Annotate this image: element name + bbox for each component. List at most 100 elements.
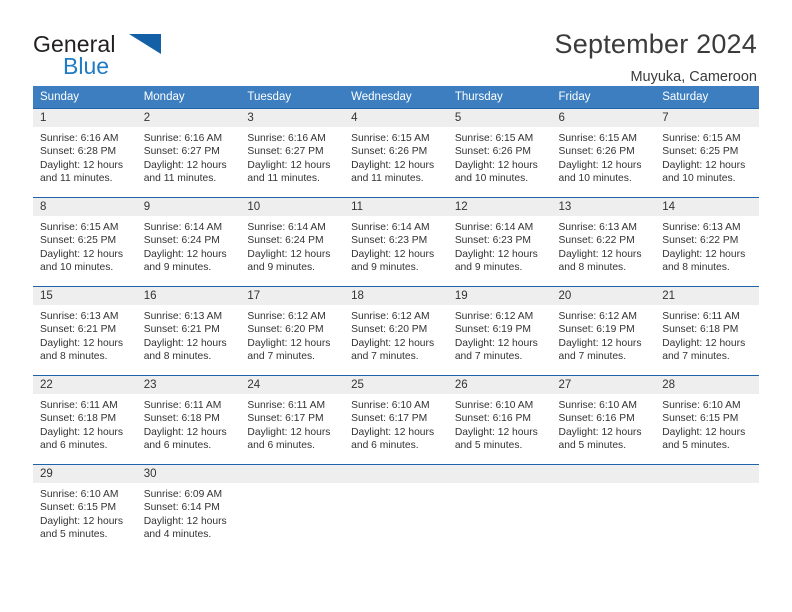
calendar-day-cell[interactable]: 15 Sunrise: 6:13 AM Sunset: 6:21 PM Dayligh… (33, 286, 137, 376)
calendar-day-cell[interactable]: 24 Sunrise: 6:11 AM Sunset: 6:17 PM Dayligh… (240, 375, 345, 465)
calendar-day-cell[interactable]: 3 Sunrise: 6:16 AM Sunset: 6:27 PM Daylight… (240, 108, 345, 198)
calendar-week-row: 1 Sunrise: 6:16 AM Sunset: 6:28 PM Daylight… (33, 108, 759, 198)
detail-sunrise: Sunrise: 6:16 AM (40, 133, 119, 144)
day-number: 12 (447, 198, 552, 216)
day-details: Sunrise: 6:11 AM Sunset: 6:18 PM Daylight:… (33, 394, 137, 452)
day-number: 28 (655, 376, 759, 394)
calendar-day-cell[interactable]: 12 Sunrise: 6:14 AM Sunset: 6:23 PM Dayligh… (447, 197, 552, 287)
day-details: Sunrise: 6:10 AM Sunset: 6:16 PM Daylight:… (448, 394, 552, 452)
calendar-day-cell[interactable]: 4 Sunrise: 6:15 AM Sunset: 6:26 PM Daylight… (344, 108, 448, 198)
detail-daylight1: Daylight: 12 hours (558, 248, 642, 260)
day-number: 17 (240, 287, 345, 305)
detail-sunset: Sunset: 6:14 PM (143, 502, 220, 514)
detail-sunrise: Sunrise: 6:16 AM (143, 133, 223, 144)
detail-sunset: Sunset: 6:24 PM (247, 235, 324, 247)
day-details: Sunrise: 6:15 AM Sunset: 6:26 PM Daylight:… (448, 127, 552, 185)
calendar-day-cell[interactable]: 18 Sunrise: 6:12 AM Sunset: 6:20 PM Dayligh… (344, 286, 448, 376)
calendar-day-cell[interactable]: 27 Sunrise: 6:10 AM Sunset: 6:16 PM Dayligh… (551, 375, 656, 465)
detail-sunset: Sunset: 6:22 PM (558, 235, 635, 247)
day-number: 20 (551, 287, 656, 305)
calendar-day-cell[interactable]: 20 Sunrise: 6:12 AM Sunset: 6:19 PM Dayligh… (551, 286, 656, 376)
detail-sunset: Sunset: 6:17 PM (351, 413, 428, 425)
day-number: 23 (136, 376, 241, 394)
detail-sunset: Sunset: 6:15 PM (662, 413, 739, 425)
detail-daylight1: Daylight: 12 hours (247, 426, 331, 438)
detail-daylight2: and 6 minutes. (247, 439, 315, 451)
day-details (344, 483, 448, 488)
calendar-day-cell[interactable]: 23 Sunrise: 6:11 AM Sunset: 6:18 PM Dayligh… (136, 375, 241, 465)
calendar-day-cell[interactable]: 28 Sunrise: 6:10 AM Sunset: 6:15 PM Dayligh… (655, 375, 759, 465)
day-details: Sunrise: 6:11 AM Sunset: 6:17 PM Daylight:… (240, 394, 344, 452)
calendar-day-cell[interactable] (655, 464, 759, 554)
calendar-day-cell[interactable]: 16 Sunrise: 6:13 AM Sunset: 6:21 PM Dayligh… (136, 286, 241, 376)
day-details: Sunrise: 6:16 AM Sunset: 6:28 PM Daylight:… (33, 127, 137, 185)
day-details: Sunrise: 6:13 AM Sunset: 6:22 PM Daylight:… (655, 216, 759, 274)
detail-daylight2: and 9 minutes. (454, 261, 523, 273)
detail-daylight1: Daylight: 12 hours (351, 337, 435, 349)
day-number: 18 (344, 287, 448, 305)
calendar-day-cell[interactable]: 14 Sunrise: 6:13 AM Sunset: 6:22 PM Dayligh… (655, 197, 759, 287)
detail-sunrise: Sunrise: 6:11 AM (662, 311, 740, 322)
calendar-day-cell[interactable]: 6 Sunrise: 6:15 AM Sunset: 6:26 PM Daylight… (551, 108, 656, 198)
detail-daylight2: and 8 minutes. (40, 350, 108, 362)
day-number: 2 (136, 109, 241, 127)
calendar-day-cell[interactable]: 10 Sunrise: 6:14 AM Sunset: 6:24 PM Dayligh… (240, 197, 345, 287)
calendar-day-cell[interactable]: 7 Sunrise: 6:15 AM Sunset: 6:25 PM Daylight… (655, 108, 759, 198)
detail-daylight1: Daylight: 12 hours (143, 159, 227, 171)
calendar-day-cell[interactable]: 21 Sunrise: 6:11 AM Sunset: 6:18 PM Dayligh… (655, 286, 759, 376)
day-number: 25 (344, 376, 448, 394)
calendar-day-cell[interactable]: 25 Sunrise: 6:10 AM Sunset: 6:17 PM Dayligh… (344, 375, 448, 465)
detail-daylight2: and 5 minutes. (40, 528, 108, 540)
weekday-header-tuesday: Tuesday (240, 86, 345, 109)
day-number (655, 465, 759, 483)
detail-sunset: Sunset: 6:27 PM (143, 146, 220, 158)
calendar-day-cell[interactable]: 13 Sunrise: 6:13 AM Sunset: 6:22 PM Dayligh… (551, 197, 656, 287)
detail-daylight2: and 6 minutes. (40, 439, 108, 451)
page-header: General Blue September 2024 Muyuka, Came… (0, 0, 792, 85)
detail-sunrise: Sunrise: 6:12 AM (247, 311, 326, 322)
calendar-day-cell[interactable]: 5 Sunrise: 6:15 AM Sunset: 6:26 PM Daylight… (447, 108, 552, 198)
brand-logo[interactable]: General Blue (33, 28, 193, 78)
detail-daylight1: Daylight: 12 hours (558, 159, 642, 171)
day-details: Sunrise: 6:12 AM Sunset: 6:19 PM Daylight:… (552, 305, 656, 363)
calendar-day-cell[interactable] (344, 464, 448, 554)
detail-daylight1: Daylight: 12 hours (143, 515, 227, 527)
calendar-day-cell[interactable]: 8 Sunrise: 6:15 AM Sunset: 6:25 PM Daylight… (33, 197, 137, 287)
calendar-day-cell[interactable]: 11 Sunrise: 6:14 AM Sunset: 6:23 PM Dayligh… (344, 197, 448, 287)
day-details: Sunrise: 6:10 AM Sunset: 6:17 PM Daylight:… (344, 394, 448, 452)
calendar-day-cell[interactable]: 1 Sunrise: 6:16 AM Sunset: 6:28 PM Daylight… (33, 108, 137, 198)
day-number: 15 (33, 287, 137, 305)
calendar-day-cell[interactable] (551, 464, 656, 554)
page-subtitle: Muyuka, Cameroon (630, 69, 757, 85)
detail-daylight1: Daylight: 12 hours (662, 159, 746, 171)
detail-daylight2: and 6 minutes. (351, 439, 419, 451)
detail-sunrise: Sunrise: 6:15 AM (40, 222, 119, 233)
weekday-header-saturday: Saturday (655, 86, 759, 109)
detail-daylight2: and 5 minutes. (558, 439, 627, 451)
day-number: 22 (33, 376, 137, 394)
calendar-day-cell[interactable] (447, 464, 552, 554)
detail-sunset: Sunset: 6:17 PM (247, 413, 324, 425)
detail-sunset: Sunset: 6:28 PM (40, 146, 117, 158)
day-details: Sunrise: 6:13 AM Sunset: 6:22 PM Daylight:… (552, 216, 656, 274)
day-details: Sunrise: 6:15 AM Sunset: 6:26 PM Daylight:… (552, 127, 656, 185)
calendar-day-cell[interactable] (240, 464, 345, 554)
calendar-day-cell[interactable]: 26 Sunrise: 6:10 AM Sunset: 6:16 PM Dayligh… (447, 375, 552, 465)
detail-sunrise: Sunrise: 6:13 AM (558, 222, 637, 233)
detail-daylight2: and 5 minutes. (662, 439, 730, 451)
calendar-day-cell[interactable]: 9 Sunrise: 6:14 AM Sunset: 6:24 PM Daylight… (136, 197, 241, 287)
day-details (240, 483, 344, 488)
calendar-day-cell[interactable]: 22 Sunrise: 6:11 AM Sunset: 6:18 PM Dayligh… (33, 375, 137, 465)
detail-sunrise: Sunrise: 6:13 AM (40, 311, 119, 322)
detail-sunset: Sunset: 6:23 PM (351, 235, 428, 247)
calendar-day-cell[interactable]: 17 Sunrise: 6:12 AM Sunset: 6:20 PM Dayligh… (240, 286, 345, 376)
calendar-day-cell[interactable]: 19 Sunrise: 6:12 AM Sunset: 6:19 PM Dayligh… (447, 286, 552, 376)
calendar-day-cell[interactable]: 2 Sunrise: 6:16 AM Sunset: 6:27 PM Daylight… (136, 108, 241, 198)
calendar-day-cell[interactable]: 29 Sunrise: 6:10 AM Sunset: 6:15 PM Dayligh… (33, 464, 137, 554)
detail-daylight2: and 8 minutes. (558, 261, 627, 273)
calendar-day-cell[interactable]: 30 Sunrise: 6:09 AM Sunset: 6:14 PM Dayligh… (136, 464, 241, 554)
calendar-page: General Blue September 2024 Muyuka, Came… (0, 0, 792, 612)
day-number: 27 (551, 376, 656, 394)
detail-daylight1: Daylight: 12 hours (247, 337, 331, 349)
calendar-body: 1 Sunrise: 6:16 AM Sunset: 6:28 PM Daylight… (33, 108, 759, 554)
